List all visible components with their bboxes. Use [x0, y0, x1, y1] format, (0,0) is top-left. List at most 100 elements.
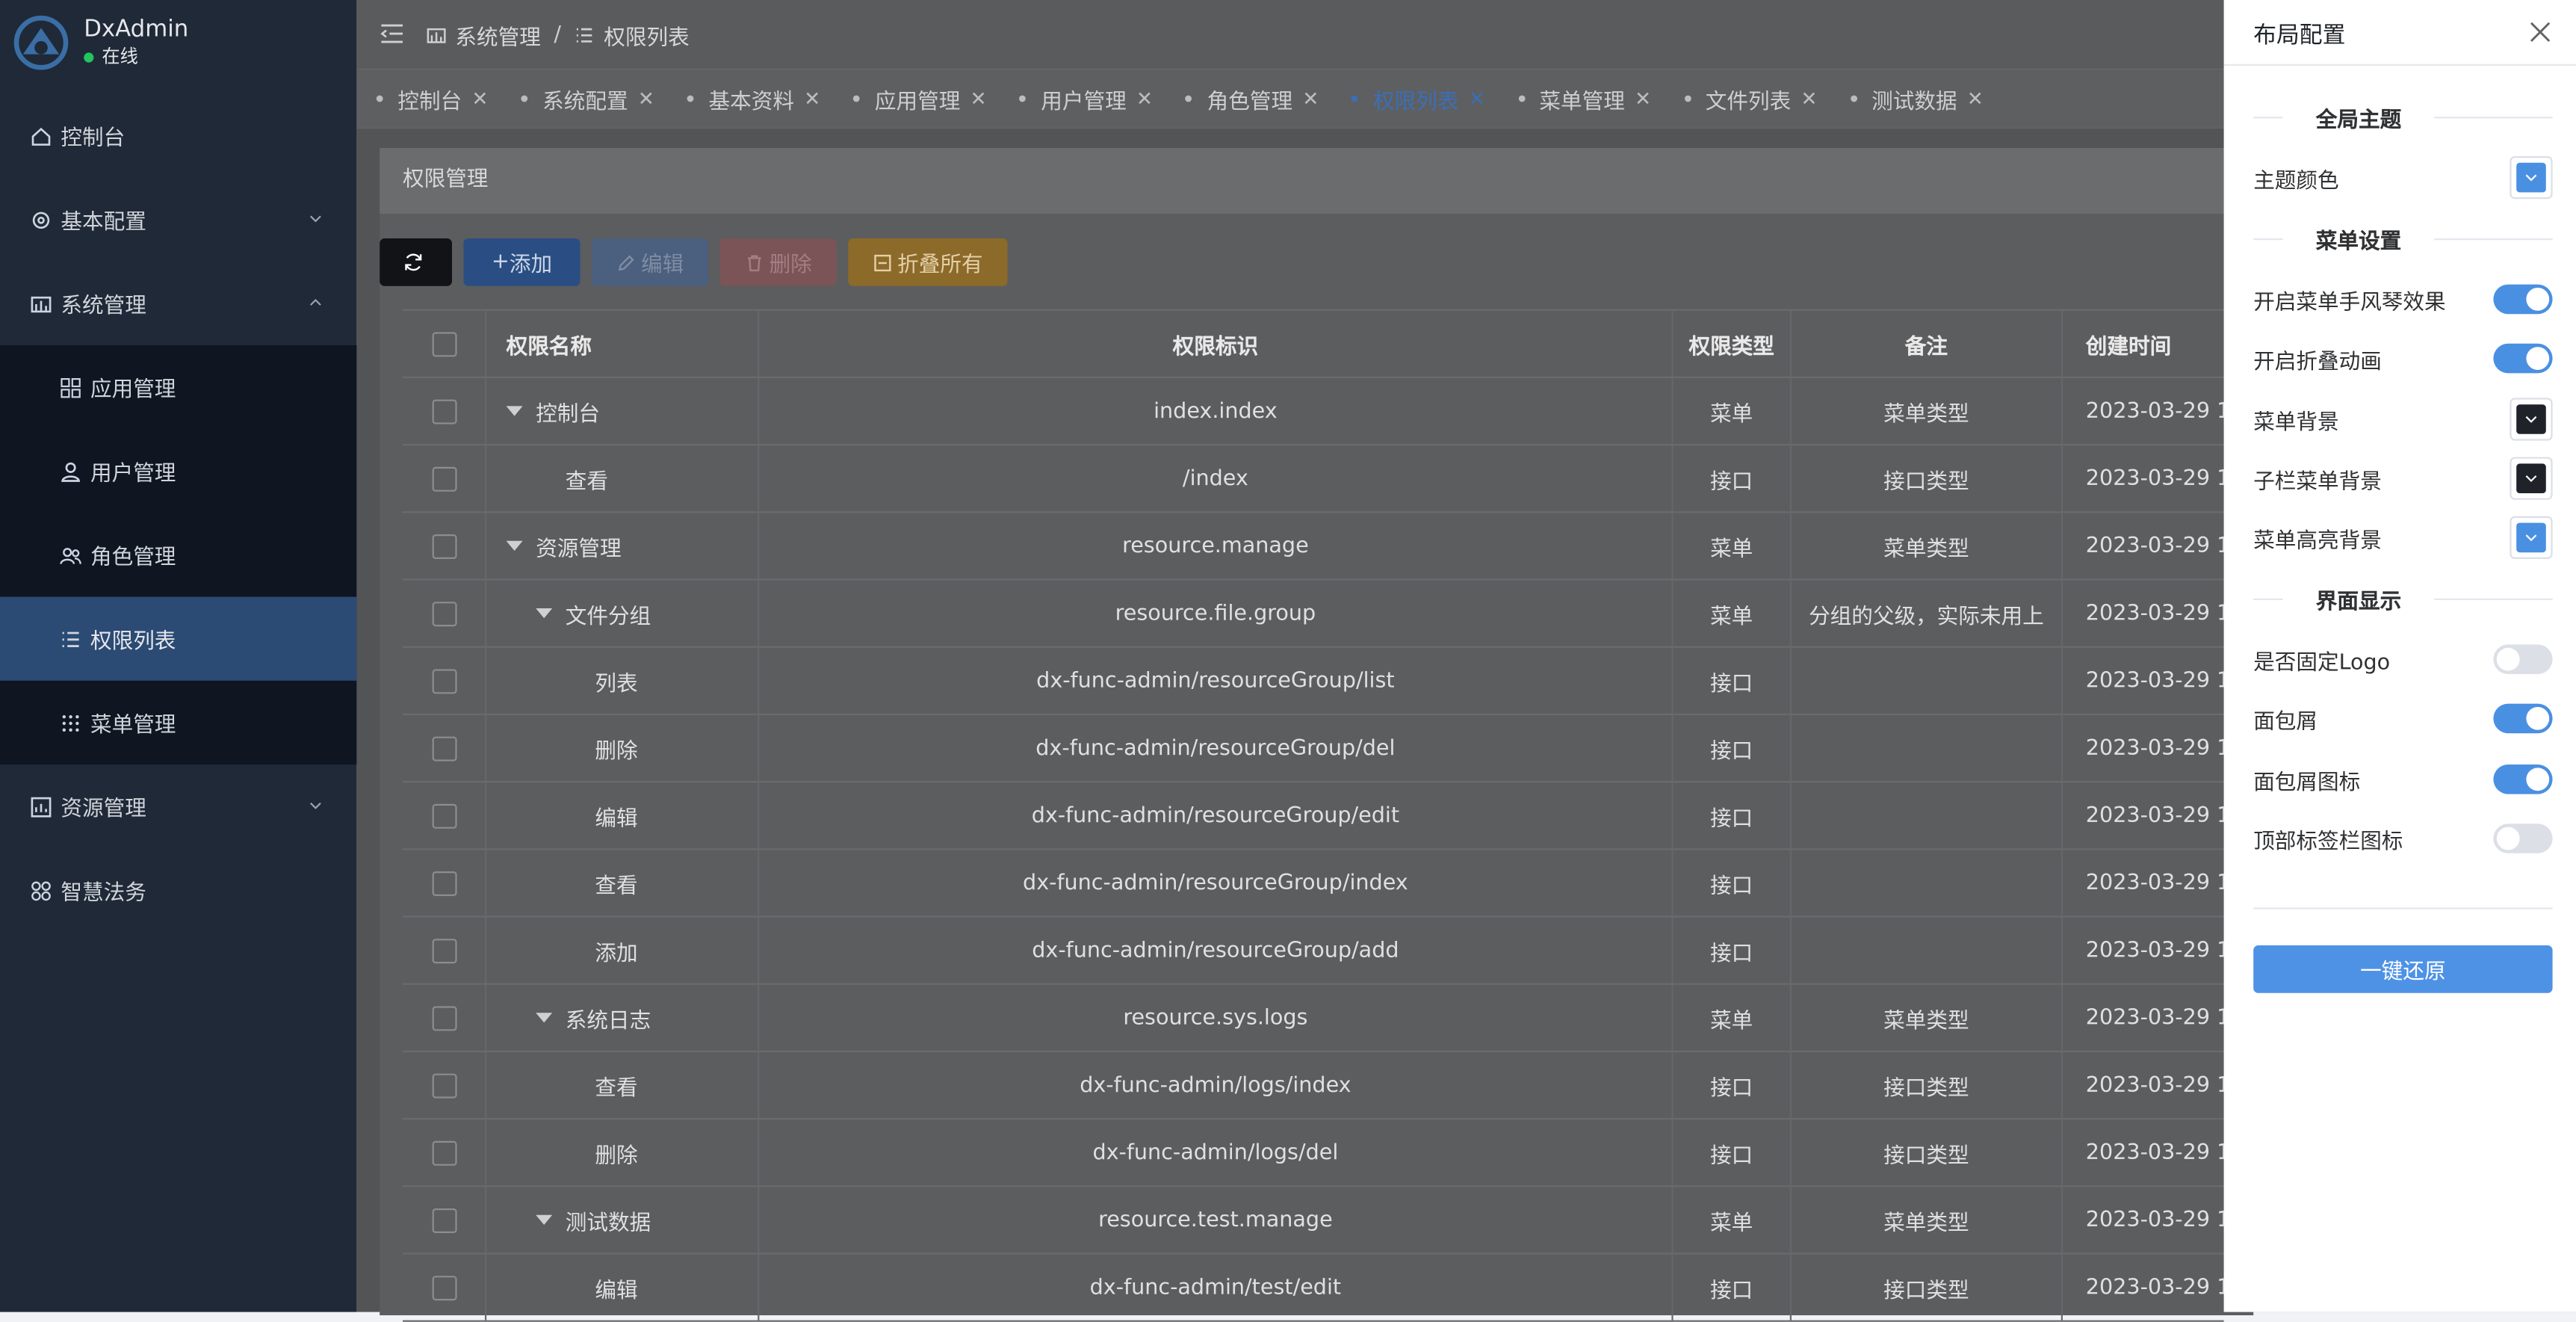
- tab-test-data[interactable]: 测试数据 ✕: [1850, 83, 1984, 114]
- refresh-button[interactable]: [380, 238, 452, 286]
- close-icon[interactable]: ✕: [638, 87, 654, 111]
- expand-caret-icon[interactable]: [536, 1214, 553, 1225]
- row-checkbox[interactable]: [431, 1275, 456, 1300]
- accordion-switch[interactable]: [2493, 284, 2553, 315]
- table-row[interactable]: 删除 dx-func-admin/resourceGroup/del 接口 2023-…: [403, 715, 2224, 783]
- row-checkbox[interactable]: [431, 398, 456, 424]
- sidebar-item-resources[interactable]: 资源管理: [0, 765, 356, 848]
- section-title: 界面显示: [2315, 589, 2402, 614]
- sidebar-item-apps[interactable]: 应用管理: [0, 345, 356, 429]
- sidebar-item-system[interactable]: 系统管理: [0, 262, 356, 345]
- brand[interactable]: DxAdmin 在线: [13, 15, 189, 71]
- row-checkbox[interactable]: [431, 1207, 456, 1232]
- breadcrumb-switch[interactable]: [2493, 703, 2553, 734]
- submenu-bg-color-picker[interactable]: [2510, 457, 2553, 500]
- row-checkbox[interactable]: [431, 735, 456, 761]
- table-row[interactable]: 查看/index 接口 接口类型 2023-03-29 1: [403, 445, 2224, 513]
- expand-caret-icon[interactable]: [506, 540, 523, 551]
- table-row[interactable]: 添加 dx-func-admin/resourceGroup/add 接口 2023-…: [403, 917, 2224, 985]
- sidebar-item-roles[interactable]: 角色管理: [0, 513, 356, 596]
- table-row[interactable]: 控制台 index.index 菜单 菜单类型 2023-03-29 1: [403, 378, 2224, 446]
- expand-caret-icon[interactable]: [536, 608, 553, 619]
- edit-button[interactable]: 编辑: [592, 238, 709, 286]
- close-icon[interactable]: ✕: [1967, 87, 1984, 111]
- divider-line: [2434, 116, 2553, 118]
- sidebar-item-permissions[interactable]: 权限列表: [0, 596, 357, 681]
- tab-dot-icon: [1352, 95, 1359, 102]
- close-icon[interactable]: ✕: [1302, 87, 1319, 111]
- close-icon[interactable]: [2530, 22, 2551, 43]
- cell-type: 接口: [1674, 715, 1792, 781]
- breadcrumb-item-system[interactable]: 系统管理: [455, 19, 540, 51]
- select-all-checkbox[interactable]: [431, 331, 456, 356]
- row-checkbox[interactable]: [431, 1140, 456, 1165]
- table-row[interactable]: 列表 dx-func-admin/resourceGroup/list 接口 2023…: [403, 647, 2224, 715]
- sidebar-item-label: 权限列表: [90, 629, 176, 655]
- breadcrumb-icon-switch[interactable]: [2493, 765, 2553, 794]
- expand-caret-icon[interactable]: [506, 406, 523, 416]
- setting-label: 顶部标签栏图标: [2253, 829, 2403, 854]
- table-row[interactable]: 删除 dx-func-admin/logs/del 接口 接口类型 2023-03-29…: [403, 1119, 2224, 1187]
- sidebar-item-smart-law[interactable]: 智慧法务: [0, 848, 356, 932]
- close-icon[interactable]: ✕: [804, 87, 820, 111]
- reset-button[interactable]: 一键还原: [2253, 945, 2553, 993]
- row-checkbox[interactable]: [431, 803, 456, 828]
- chevron-down-icon: [2525, 534, 2537, 542]
- tab-dashboard[interactable]: 控制台 ✕: [376, 83, 489, 114]
- table-row[interactable]: 编辑 dx-func-admin/resourceGroup/edit 接口 2023…: [403, 782, 2224, 850]
- delete-button[interactable]: 删除: [719, 238, 837, 286]
- sidebar-item-dashboard[interactable]: 控制台: [0, 93, 356, 177]
- collapse-animation-switch[interactable]: [2493, 343, 2553, 374]
- row-checkbox[interactable]: [431, 601, 456, 626]
- tab-basic-info[interactable]: 基本资料 ✕: [687, 83, 820, 114]
- sidebar-item-basic-config[interactable]: 基本配置: [0, 178, 356, 262]
- collapse-all-button[interactable]: 折叠所有: [848, 238, 1008, 286]
- cell-name: 列表: [486, 647, 760, 714]
- tab-icon-switch[interactable]: [2493, 824, 2553, 853]
- setting-submenu-bg: 子栏菜单背景: [2253, 455, 2553, 501]
- sidebar-item-users[interactable]: 用户管理: [0, 429, 356, 513]
- cell-key: dx-func-admin/resourceGroup/index: [759, 850, 1674, 916]
- menu-highlight-color-picker[interactable]: [2510, 516, 2553, 559]
- row-checkbox[interactable]: [431, 1072, 456, 1098]
- table-row[interactable]: 文件分组 resource.file.group 菜单 分组的父级，实际未用上 2023…: [403, 580, 2224, 648]
- table-row[interactable]: 编辑 dx-func-admin/test/edit 接口 接口类型 2023-03-2…: [403, 1254, 2224, 1322]
- row-checkbox[interactable]: [431, 668, 456, 694]
- sidebar-item-label: 应用管理: [90, 378, 176, 403]
- close-icon[interactable]: ✕: [1635, 87, 1651, 111]
- tab-roles[interactable]: 角色管理 ✕: [1186, 83, 1319, 114]
- column-header-note: 备注: [1792, 310, 2063, 377]
- tab-permissions[interactable]: 权限列表 ✕: [1352, 83, 1485, 114]
- add-button[interactable]: + 添加: [463, 238, 580, 286]
- close-icon[interactable]: ✕: [1801, 87, 1817, 111]
- fixed-logo-switch[interactable]: [2493, 644, 2553, 674]
- theme-color-picker[interactable]: [2510, 156, 2553, 200]
- row-checkbox[interactable]: [431, 870, 456, 895]
- table-row[interactable]: 测试数据 resource.test.manage 菜单 菜单类型 2023-03-29…: [403, 1187, 2224, 1255]
- tab-files[interactable]: 文件列表 ✕: [1684, 83, 1818, 114]
- close-icon[interactable]: ✕: [1136, 87, 1153, 111]
- row-checkbox[interactable]: [431, 1005, 456, 1031]
- tab-system-config[interactable]: 系统配置 ✕: [521, 83, 654, 114]
- row-checkbox[interactable]: [431, 533, 456, 558]
- delete-button-label: 删除: [769, 253, 812, 278]
- sidebar-item-menus[interactable]: 菜单管理: [0, 681, 356, 765]
- menu-fold-icon[interactable]: [380, 23, 404, 45]
- close-icon[interactable]: ✕: [1469, 87, 1485, 111]
- menu-bg-color-picker[interactable]: [2510, 398, 2553, 441]
- tab-apps[interactable]: 应用管理 ✕: [853, 83, 987, 114]
- chevron-down-icon: [2525, 416, 2537, 423]
- table-row[interactable]: 系统日志 resource.sys.logs 菜单 菜单类型 2023-03-29 1: [403, 984, 2224, 1052]
- apps-icon: [31, 880, 51, 901]
- row-checkbox[interactable]: [431, 466, 456, 491]
- close-icon[interactable]: ✕: [970, 87, 987, 111]
- tab-dot-icon: [687, 95, 694, 102]
- tab-menus[interactable]: 菜单管理 ✕: [1517, 83, 1651, 114]
- tab-users[interactable]: 用户管理 ✕: [1019, 83, 1153, 114]
- row-checkbox[interactable]: [431, 938, 456, 963]
- table-row[interactable]: 查看 dx-func-admin/resourceGroup/index 接口 202…: [403, 850, 2224, 918]
- table-row[interactable]: 资源管理 resource.manage 菜单 菜单类型 2023-03-29 1: [403, 513, 2224, 581]
- close-icon[interactable]: ✕: [471, 87, 488, 111]
- table-row[interactable]: 查看 dx-func-admin/logs/index 接口 接口类型 2023-03-…: [403, 1052, 2224, 1120]
- expand-caret-icon[interactable]: [536, 1013, 553, 1023]
